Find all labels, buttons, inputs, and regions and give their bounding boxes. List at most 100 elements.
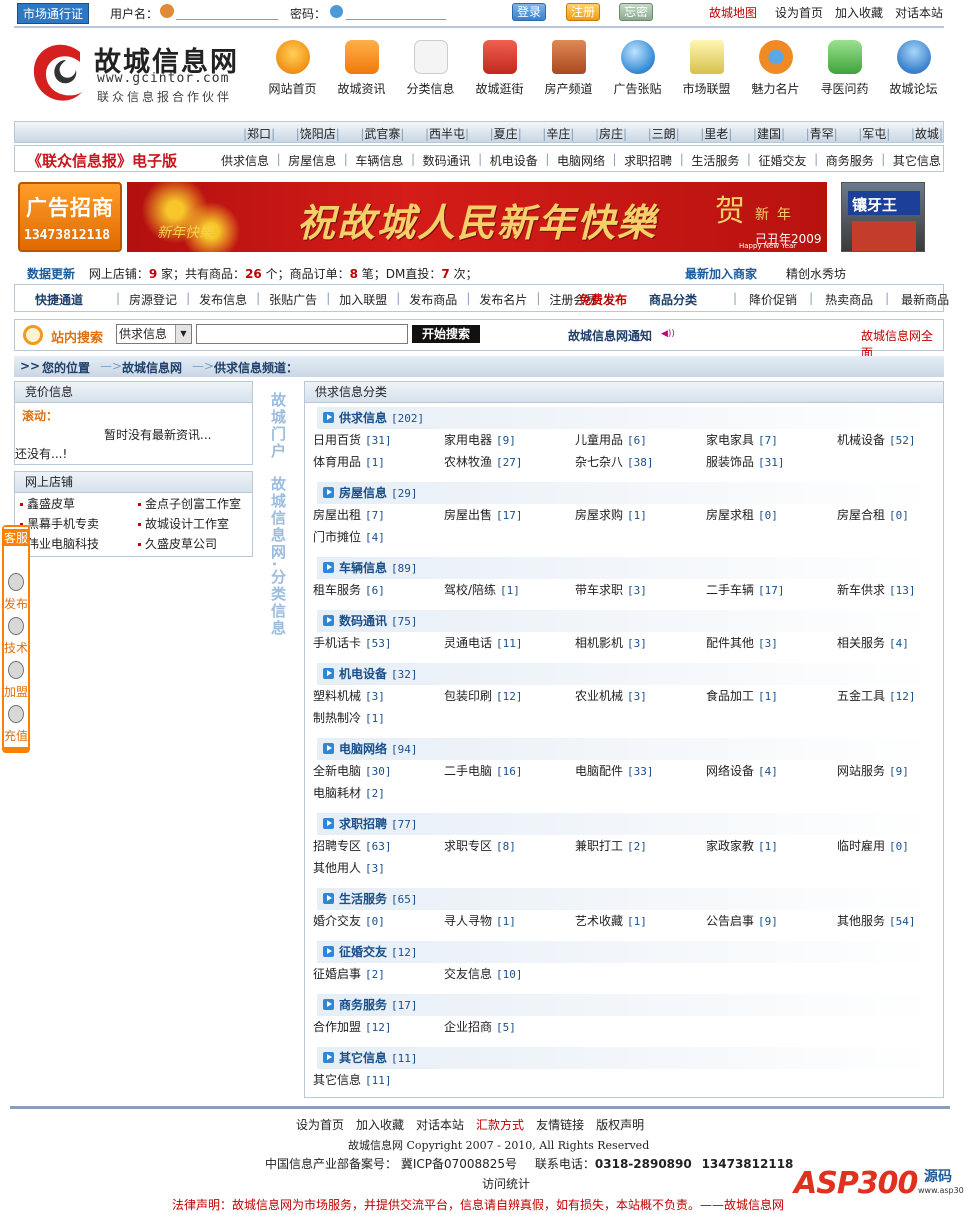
subcategory-name[interactable]: 机械设备: [837, 433, 885, 447]
subcategory-name[interactable]: 包装印刷: [444, 689, 492, 703]
paper-title[interactable]: 《联众信息报》电子版: [27, 150, 177, 171]
shop-name[interactable]: 故城设计工作室: [145, 517, 229, 531]
subcategory-item[interactable]: 食品加工 [1]: [706, 685, 837, 707]
shop-item[interactable]: 鑫盛皮草: [20, 494, 138, 514]
subcategory-name[interactable]: 电脑耗材: [313, 786, 361, 800]
subcategory-item[interactable]: 塑料机械 [3]: [313, 685, 444, 707]
subcategory-item[interactable]: 其他服务 [54]: [837, 910, 964, 932]
subcategory-item[interactable]: 电脑配件 [33]: [575, 760, 706, 782]
subcategory-item[interactable]: 艺术收藏 [1]: [575, 910, 706, 932]
category-nav-link[interactable]: 生活服务: [691, 152, 739, 169]
subcategory-item[interactable]: 临时雇用 [0]: [837, 835, 964, 857]
icp-number[interactable]: 中国信息产业部备案号： 冀ICP备07008825号: [265, 1157, 517, 1171]
subcategory-name[interactable]: 艺术收藏: [575, 914, 623, 928]
subcategory-item[interactable]: 杂七杂八 [38]: [575, 451, 706, 473]
subcategory-name[interactable]: 征婚启事: [313, 967, 361, 981]
new-merchant-name[interactable]: 精创水秀坊: [786, 265, 846, 282]
subcategory-name[interactable]: 房屋合租: [837, 508, 885, 522]
subcategory-name[interactable]: 家政家教: [706, 839, 754, 853]
city-link[interactable]: 西半屯: [429, 127, 465, 141]
subcategory-name[interactable]: 门市摊位: [313, 530, 361, 544]
float-item[interactable]: 充值: [2, 703, 30, 747]
quick-link[interactable]: 发布商品: [409, 291, 457, 308]
category-group-header[interactable]: 商务服务 [17]: [317, 994, 933, 1016]
subcategory-item[interactable]: 网络设备 [4]: [706, 760, 837, 782]
city-link[interactable]: 饶阳店: [300, 127, 336, 141]
subcategory-name[interactable]: 杂七杂八: [575, 455, 623, 469]
subcategory-name[interactable]: 寻人寻物: [444, 914, 492, 928]
quick-link[interactable]: 加入联盟: [339, 291, 387, 308]
subcategory-name[interactable]: 体育用品: [313, 455, 361, 469]
nav-ads[interactable]: 广告张贴: [603, 40, 672, 110]
subcategory-item[interactable]: 相机影机 [3]: [575, 632, 706, 654]
subcategory-item[interactable]: 网站服务 [9]: [837, 760, 964, 782]
subcategory-name[interactable]: 家电家具: [706, 433, 754, 447]
subcategory-name[interactable]: 儿童用品: [575, 433, 623, 447]
free-publish-link[interactable]: 免费发布: [579, 291, 627, 308]
subcategory-name[interactable]: 房屋出售: [444, 508, 492, 522]
shop-item[interactable]: 久盛皮草公司: [138, 534, 250, 554]
quick-link[interactable]: 发布名片: [479, 291, 527, 308]
subcategory-name[interactable]: 食品加工: [706, 689, 754, 703]
category-nav-link[interactable]: 其它信息: [893, 152, 941, 169]
category-group-name[interactable]: 求职招聘: [339, 817, 387, 831]
subcategory-name[interactable]: 网络设备: [706, 764, 754, 778]
subcategory-item[interactable]: 兼职打工 [2]: [575, 835, 706, 857]
quick-link[interactable]: 张贴广告: [269, 291, 317, 308]
subcategory-item[interactable]: 制热制冷 [1]: [313, 707, 444, 729]
subcategory-name[interactable]: 企业招商: [444, 1020, 492, 1034]
city-link[interactable]: 武官寨: [364, 127, 400, 141]
subcategory-item[interactable]: 相关服务 [4]: [837, 632, 964, 654]
city-link[interactable]: 三朗: [652, 127, 676, 141]
subcategory-item[interactable]: 机械设备 [52]: [837, 429, 964, 451]
subcategory-item[interactable]: 驾校/陪练 [1]: [444, 579, 575, 601]
map-link[interactable]: 故城地图: [709, 4, 757, 21]
subcategory-item[interactable]: 企业招商 [5]: [444, 1016, 575, 1038]
subcategory-item[interactable]: 农业机械 [3]: [575, 685, 706, 707]
username-input[interactable]: [176, 4, 278, 20]
category-group-name[interactable]: 电脑网络: [339, 742, 387, 756]
subcategory-item[interactable]: 征婚启事 [2]: [313, 963, 444, 985]
nav-market[interactable]: 市场联盟: [672, 40, 741, 110]
category-group-name[interactable]: 数码通讯: [339, 614, 387, 628]
float-label[interactable]: 发布: [3, 595, 29, 612]
subcategory-name[interactable]: 其他用人: [313, 861, 361, 875]
notice-label[interactable]: 故城信息网通知: [568, 327, 652, 344]
category-group-header[interactable]: 车辆信息 [89]: [317, 557, 933, 579]
subcategory-item[interactable]: 婚介交友 [0]: [313, 910, 444, 932]
subcategory-name[interactable]: 塑料机械: [313, 689, 361, 703]
shop-item[interactable]: 金点子创富工作室: [138, 494, 250, 514]
subcategory-item[interactable]: 二手车辆 [17]: [706, 579, 837, 601]
subcategory-name[interactable]: 房屋出租: [313, 508, 361, 522]
nav-classified[interactable]: 分类信息: [396, 40, 465, 110]
register-button[interactable]: 注册: [566, 3, 601, 21]
subcategory-name[interactable]: 驾校/陪练: [444, 583, 496, 597]
footer-link[interactable]: 设为首页: [296, 1116, 344, 1133]
subcategory-item[interactable]: 服装饰品 [31]: [706, 451, 837, 473]
subcategory-item[interactable]: 寻人寻物 [1]: [444, 910, 575, 932]
subcategory-name[interactable]: 合作加盟: [313, 1020, 361, 1034]
denture-ad[interactable]: 镶牙王: [841, 182, 925, 252]
new-year-banner[interactable]: 新年快樂 祝故城人民新年快樂 贺 新 年 己丑年2009 Happy New Y…: [127, 182, 827, 252]
login-button[interactable]: 登录: [512, 3, 547, 21]
category-group-header[interactable]: 征婚交友 [12]: [317, 941, 933, 963]
category-group-name[interactable]: 生活服务: [339, 892, 387, 906]
subcategory-name[interactable]: 招聘专区: [313, 839, 361, 853]
category-group-header[interactable]: 其它信息 [11]: [317, 1047, 933, 1069]
category-group-header[interactable]: 生活服务 [65]: [317, 888, 933, 910]
footer-link[interactable]: 汇款方式: [476, 1116, 524, 1133]
category-group-name[interactable]: 房屋信息: [339, 486, 387, 500]
subcategory-name[interactable]: 电脑配件: [575, 764, 623, 778]
subcategory-name[interactable]: 日用百货: [313, 433, 361, 447]
subcategory-name[interactable]: 农林牧渔: [444, 455, 492, 469]
city-link[interactable]: 夏庄: [494, 127, 518, 141]
forgot-password-button[interactable]: 忘密: [619, 3, 654, 21]
category-nav-link[interactable]: 数码通讯: [423, 152, 471, 169]
subcategory-item[interactable]: 房屋求购 [1]: [575, 504, 706, 526]
footer-link[interactable]: 友情链接: [536, 1116, 584, 1133]
subcategory-item[interactable]: 儿童用品 [6]: [575, 429, 706, 451]
subcategory-item[interactable]: 家用电器 [9]: [444, 429, 575, 451]
set-home-link[interactable]: 设为首页: [775, 4, 823, 21]
category-group-header[interactable]: 供求信息 [202]: [317, 407, 933, 429]
category-nav-link[interactable]: 车辆信息: [355, 152, 403, 169]
